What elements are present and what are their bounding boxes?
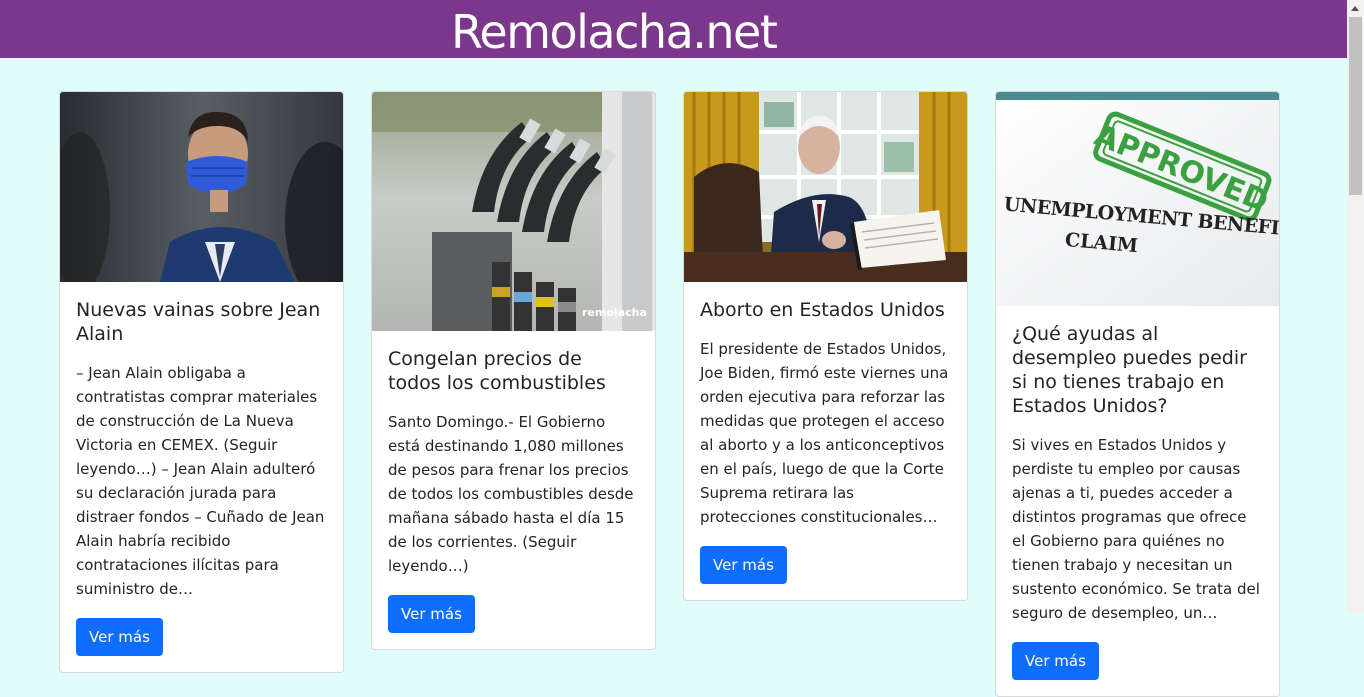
read-more-button[interactable]: Ver más (388, 595, 475, 633)
scroll-thumb[interactable] (1349, 17, 1362, 195)
read-more-button[interactable]: Ver más (700, 546, 787, 584)
card-title: Congelan precios de todos los combustibl… (388, 348, 606, 394)
news-card-jean-alain: Nuevas vainas sobre Jean Alain – Jean Al… (59, 91, 344, 673)
news-card-aborto: Aborto en Estados Unidos El presidente d… (683, 91, 968, 601)
unemployment-claim-photo[interactable]: APPROVED UNEMPLOYMENT BENEFIT CLAIM (996, 92, 1279, 306)
fuel-pumps-photo[interactable]: remolacha (372, 92, 655, 331)
jean-alain-photo[interactable] (60, 92, 343, 282)
card-title: Aborto en Estados Unidos (700, 299, 945, 321)
card-title: ¿Qué ayudas al desempleo puedes pedir si… (1012, 323, 1247, 417)
read-more-button[interactable]: Ver más (1012, 642, 1099, 680)
news-card-combustibles: remolacha Congelan precios de todos los … (371, 91, 656, 650)
read-more-button[interactable]: Ver más (76, 618, 163, 656)
card-excerpt: Santo Domingo.- El Gobierno está destina… (388, 413, 634, 575)
site-header: Remolacha.net (0, 0, 1347, 60)
card-excerpt: El presidente de Estados Unidos, Joe Bid… (700, 340, 949, 526)
scroll-up-arrow-icon[interactable] (1351, 6, 1359, 11)
fuel-pumps-photo-image: remolacha (372, 92, 655, 331)
card-excerpt: – Jean Alain obligaba a contratistas com… (76, 364, 325, 598)
card-excerpt: Si vives en Estados Unidos y perdiste tu… (1012, 436, 1260, 622)
card-title: Nuevas vainas sobre Jean Alain (76, 299, 321, 345)
biden-signing-photo[interactable] (684, 92, 967, 282)
site-title-link[interactable]: Remolacha.net (451, 4, 778, 60)
news-card-desempleo: APPROVED UNEMPLOYMENT BENEFIT CLAIM ¿Qué… (995, 91, 1280, 697)
unemployment-claim-photo-image: APPROVED UNEMPLOYMENT BENEFIT CLAIM (996, 92, 1279, 306)
page-scrollbar[interactable] (1347, 0, 1364, 613)
image-watermark: remolacha (582, 306, 647, 319)
jean-alain-photo-image (60, 92, 343, 282)
biden-signing-photo-image (684, 92, 967, 282)
